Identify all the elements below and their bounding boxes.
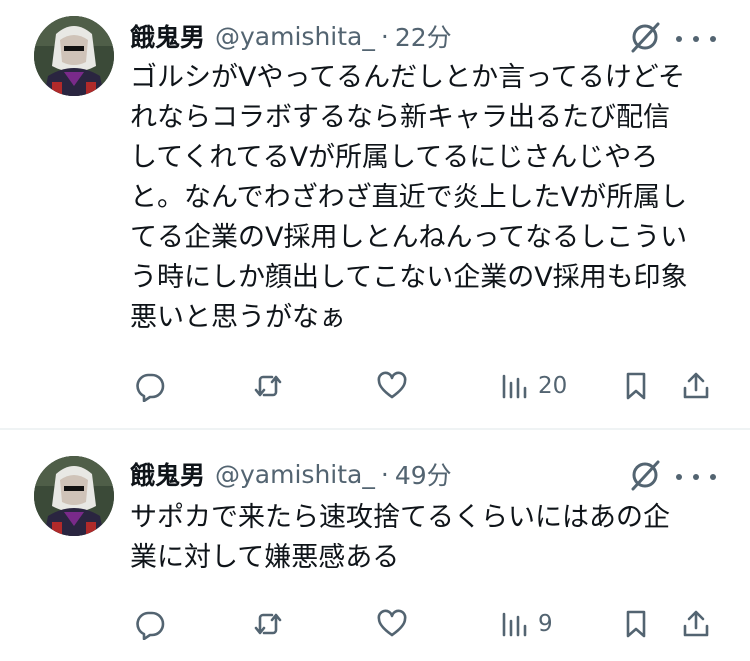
tweet-text: サポカで来たら速攻捨てるくらいにはあの企 業に対して嫌悪感ある: [130, 498, 720, 578]
views-button[interactable]: 9: [498, 604, 553, 644]
author-handle[interactable]: @yamishita_: [215, 460, 375, 489]
share-icon: [683, 372, 709, 399]
timestamp[interactable]: 49分: [395, 456, 452, 492]
tweet-text: ゴルシがVやってるんだしとか言ってるけどそ れならコラボするなら新キャラ出るたび…: [130, 58, 720, 338]
bookmark-icon: [626, 372, 646, 400]
like-icon: [377, 371, 407, 399]
like-button[interactable]: [376, 604, 408, 644]
text-line: と。なんでわざわざ直近で炎上したVが所属し: [130, 182, 688, 213]
grok-icon[interactable]: [628, 458, 662, 492]
reply-icon: [136, 373, 165, 402]
avatar[interactable]: [34, 456, 114, 536]
like-button[interactable]: [376, 366, 408, 406]
retweet-button[interactable]: [252, 604, 284, 644]
share-button[interactable]: [680, 366, 712, 406]
reply-button[interactable]: [134, 604, 166, 644]
views-icon: [502, 374, 527, 399]
author-handle[interactable]: @yamishita_: [215, 22, 375, 51]
tweet-divider: [0, 428, 750, 430]
tweet[interactable]: 餓鬼男 @yamishita_ · 22分 ゴルシがVやってるんだしとか言ってる…: [0, 0, 750, 428]
text-line: う時にしか顔出してこない企業のV採用も印象: [130, 262, 688, 293]
retweet-button[interactable]: [252, 366, 284, 406]
author-name[interactable]: 餓鬼男: [130, 18, 205, 54]
text-line: 悪いと思うがなぁ: [130, 302, 346, 333]
text-line: してくれてるVが所属してるにじさんじやろ: [130, 142, 659, 173]
retweet-icon: [254, 613, 282, 635]
text-line: 業に対して嫌悪感ある: [130, 542, 400, 573]
separator: ·: [380, 21, 389, 51]
tweet[interactable]: 餓鬼男 @yamishita_ · 49分 サポカで来たら速攻捨てるくらいにはあ…: [0, 432, 750, 661]
grok-icon[interactable]: [628, 20, 662, 54]
more-icon[interactable]: [676, 462, 716, 492]
action-bar: 20: [130, 366, 720, 406]
share-button[interactable]: [680, 604, 712, 644]
separator: ·: [380, 459, 389, 489]
action-bar: 9: [130, 604, 720, 644]
text-line: ゴルシがVやってるんだしとか言ってるけどそ: [130, 62, 685, 93]
reply-icon: [136, 611, 165, 640]
bookmark-button[interactable]: [620, 604, 652, 644]
views-icon: [502, 612, 527, 637]
bookmark-button[interactable]: [620, 366, 652, 406]
more-icon[interactable]: [676, 24, 716, 54]
author-name[interactable]: 餓鬼男: [130, 456, 205, 492]
reply-button[interactable]: [134, 366, 166, 406]
timestamp[interactable]: 22分: [395, 18, 452, 54]
view-count: 9: [538, 611, 553, 637]
bookmark-icon: [626, 610, 646, 638]
share-icon: [683, 610, 709, 637]
text-line: れならコラボするなら新キャラ出るたび配信: [130, 102, 670, 133]
views-button[interactable]: 20: [498, 366, 567, 406]
avatar[interactable]: [34, 16, 114, 96]
text-line: てる企業のV採用しとんねんってなるしこうい: [130, 222, 688, 253]
view-count: 20: [538, 373, 568, 399]
like-icon: [377, 609, 407, 637]
text-line: サポカで来たら速攻捨てるくらいにはあの企: [130, 502, 670, 533]
retweet-icon: [254, 375, 282, 397]
